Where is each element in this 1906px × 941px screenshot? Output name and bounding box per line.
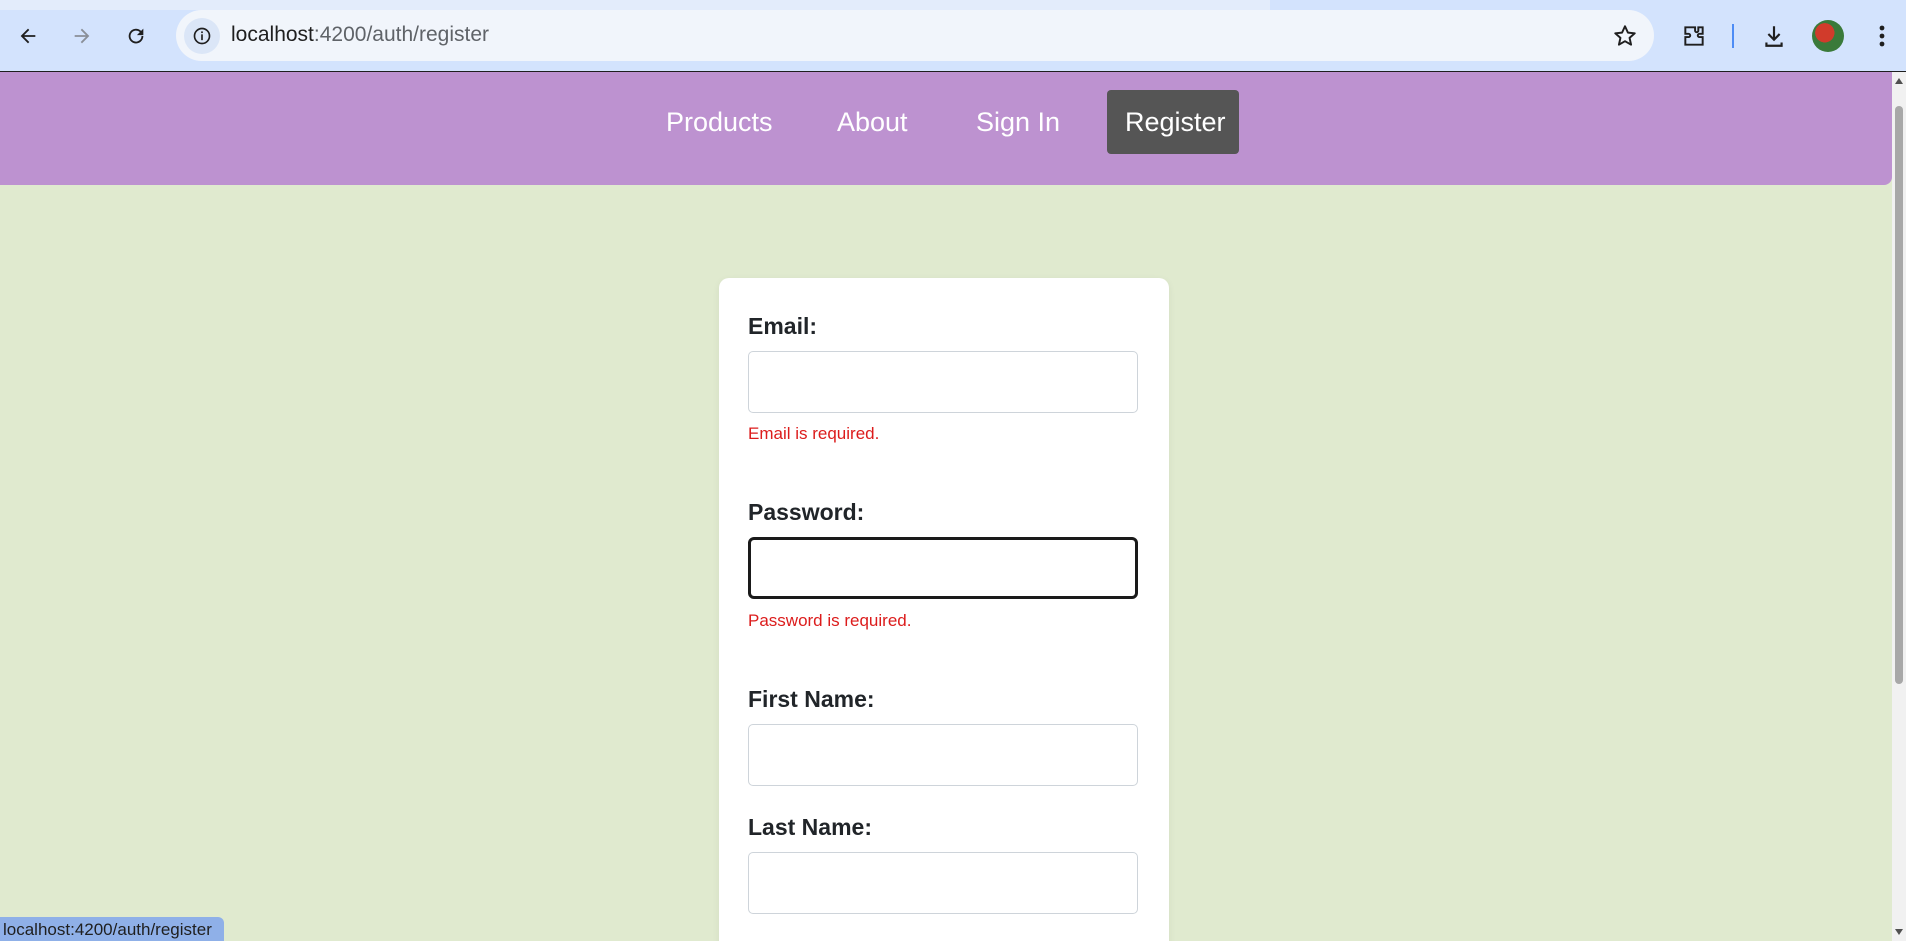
reload-icon[interactable] [118,18,154,54]
tab-strip [0,0,1270,10]
last-name-field[interactable] [748,852,1138,914]
address-bar[interactable]: localhost:4200/auth/register [176,10,1654,61]
forward-arrow-icon[interactable] [64,18,100,54]
scroll-up-arrow-icon[interactable] [1895,78,1903,84]
email-label: Email: [748,313,818,339]
last-name-label: Last Name: [748,814,872,840]
more-menu-icon[interactable] [1864,18,1900,54]
scrollbar-thumb[interactable] [1895,106,1903,684]
nav-about-link[interactable]: About [819,90,926,154]
site-navbar: Products About Sign In Register [0,72,1892,185]
back-arrow-icon[interactable] [10,18,46,54]
download-icon[interactable] [1756,18,1792,54]
email-error: Email is required. [748,424,880,443]
toolbar-divider [1732,24,1734,48]
page-scrollbar[interactable] [1892,72,1906,941]
password-error: Password is required. [748,611,912,630]
extensions-icon[interactable] [1676,18,1712,54]
url-host: localhost [231,23,314,46]
nav-sign-in-link[interactable]: Sign In [958,90,1078,154]
register-form-card: Email: Email is required. Password: Pass… [719,278,1169,941]
profile-avatar[interactable] [1812,20,1844,52]
password-field[interactable] [748,537,1138,599]
site-info-icon[interactable] [184,18,220,54]
url-text[interactable]: localhost:4200/auth/register [231,23,489,47]
nav-products-link[interactable]: Products [648,90,791,154]
nav-register-link[interactable]: Register [1107,90,1239,154]
url-path: :4200/auth/register [313,23,490,46]
link-status-bubble: localhost:4200/auth/register [0,917,224,941]
scroll-down-arrow-icon[interactable] [1895,929,1903,935]
first-name-field[interactable] [748,724,1138,786]
bookmark-star-icon[interactable] [1612,23,1638,49]
first-name-label: First Name: [748,686,875,712]
email-field[interactable] [748,351,1138,413]
password-label: Password: [748,499,865,525]
browser-toolbar: localhost:4200/auth/register [0,0,1906,72]
